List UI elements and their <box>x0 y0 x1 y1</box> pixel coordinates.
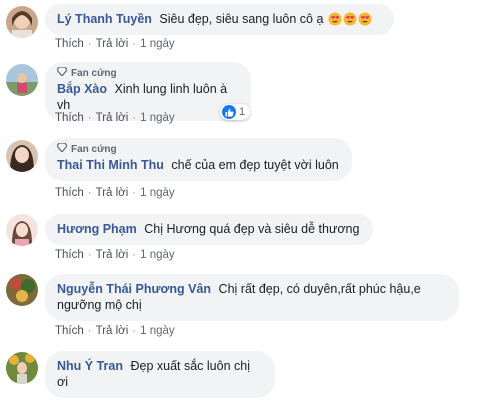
fan-badge: Fan cứng <box>56 66 239 80</box>
comment-bubble: Lý Thanh Tuyền Siêu đẹp, siêu sang luôn … <box>45 4 394 35</box>
comment-text: ngưỡng mộ chị <box>57 298 142 312</box>
comment-text: Siêu đẹp, siêu sang luôn cô ạ <box>159 12 324 26</box>
comment-author[interactable]: Hương Phạm <box>57 222 137 236</box>
like-link[interactable]: Thích <box>55 112 84 124</box>
like-link[interactable]: Thích <box>55 249 84 261</box>
comment-author[interactable]: Nhu Ý Tran <box>57 359 123 373</box>
avatar[interactable] <box>6 274 38 306</box>
comment-actions: Thích · Trả lời · 1 ngày <box>55 187 175 199</box>
comment-actions: Thích · Trả lời · 1 ngày <box>55 325 175 337</box>
comment-time[interactable]: 1 ngày <box>140 325 175 337</box>
comment-actions: Thích · Trả lời · 1 ngày <box>55 112 175 124</box>
reply-link[interactable]: Trả lời <box>96 38 129 50</box>
diamond-icon <box>56 142 71 156</box>
comment-author[interactable]: Nguyễn Thái Phương Vân <box>57 282 211 296</box>
comment-time[interactable]: 1 ngày <box>140 187 175 199</box>
like-icon <box>222 105 236 119</box>
heart-eyes-emoji <box>327 12 372 26</box>
avatar[interactable] <box>6 214 38 246</box>
comment-bubble: Fan cứng Thai Thi Minh Thu chế của em đẹ… <box>45 138 352 181</box>
reaction-count[interactable]: 1 <box>220 104 251 120</box>
diamond-icon <box>56 66 71 80</box>
reply-link[interactable]: Trả lời <box>96 187 129 199</box>
like-link[interactable]: Thích <box>55 325 84 337</box>
comment-author[interactable]: Thai Thi Minh Thu <box>57 158 164 172</box>
reply-link[interactable]: Trả lời <box>96 325 129 337</box>
avatar[interactable] <box>6 64 38 96</box>
comment-author[interactable]: Bắp Xào <box>57 82 107 96</box>
comment-time[interactable]: 1 ngày <box>140 112 175 124</box>
comment-bubble: Nguyễn Thái Phương Vân Chị rất đẹp, có d… <box>45 274 459 321</box>
comment-bubble: Hương Phạm Chị Hương quá đẹp và siêu dễ … <box>45 214 373 245</box>
avatar[interactable] <box>6 6 38 38</box>
comment-time[interactable]: 1 ngày <box>140 249 175 261</box>
avatar[interactable] <box>6 352 38 384</box>
comment-bubble: Nhu Ý Tran Đẹp xuất sắc luôn chị ơi <box>45 351 275 398</box>
reply-link[interactable]: Trả lời <box>96 249 129 261</box>
avatar[interactable] <box>6 140 38 172</box>
comment-text: Chị rất đẹp, có duyên,rất phúc hậu,e <box>218 282 421 296</box>
comment-time[interactable]: 1 ngày <box>140 38 175 50</box>
reply-link[interactable]: Trả lời <box>96 112 129 124</box>
comment-text: Chị Hương quá đẹp và siêu dễ thương <box>144 222 360 236</box>
like-link[interactable]: Thích <box>55 187 84 199</box>
comment-author[interactable]: Lý Thanh Tuyền <box>57 12 152 26</box>
comment-text: chế của em đẹp tuyệt vời luôn <box>171 158 339 172</box>
fan-badge: Fan cứng <box>56 142 340 156</box>
comment-actions: Thích · Trả lời · 1 ngày <box>55 249 175 261</box>
like-link[interactable]: Thích <box>55 38 84 50</box>
comment-actions: Thích · Trả lời · 1 ngày <box>55 38 175 50</box>
